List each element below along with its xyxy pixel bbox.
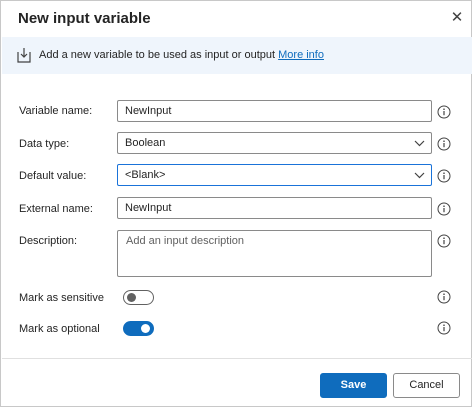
save-button[interactable]: Save bbox=[320, 373, 387, 398]
variable-name-input[interactable]: NewInput bbox=[117, 100, 432, 122]
dialog-title: New input variable bbox=[18, 10, 151, 27]
info-icon[interactable] bbox=[437, 169, 451, 183]
info-icon[interactable] bbox=[437, 234, 451, 248]
info-banner: Add a new variable to be used as input o… bbox=[2, 37, 472, 74]
description-textarea[interactable]: Add an input description bbox=[117, 230, 432, 277]
info-icon[interactable] bbox=[437, 290, 451, 304]
footer-divider bbox=[2, 358, 472, 359]
data-type-label: Data type: bbox=[19, 138, 70, 150]
mark-optional-label: Mark as optional bbox=[19, 323, 100, 335]
data-type-value: Boolean bbox=[125, 137, 166, 149]
new-input-variable-dialog: New input variable ✕ Add a new variable … bbox=[0, 0, 472, 407]
chevron-down-icon bbox=[414, 172, 425, 179]
cancel-button[interactable]: Cancel bbox=[393, 373, 460, 398]
default-value-label: Default value: bbox=[19, 170, 87, 182]
mark-sensitive-label: Mark as sensitive bbox=[19, 292, 104, 304]
info-icon[interactable] bbox=[437, 202, 451, 216]
info-icon[interactable] bbox=[437, 137, 451, 151]
default-value-value: <Blank> bbox=[125, 169, 166, 181]
external-name-input[interactable]: NewInput bbox=[117, 197, 432, 219]
mark-optional-toggle[interactable] bbox=[123, 321, 154, 336]
external-name-label: External name: bbox=[19, 203, 93, 215]
more-info-link[interactable]: More info bbox=[278, 49, 324, 61]
description-label: Description: bbox=[19, 235, 78, 247]
data-type-select[interactable]: Boolean bbox=[117, 132, 432, 154]
toggle-knob bbox=[141, 324, 150, 333]
toggle-knob bbox=[127, 293, 136, 302]
info-icon[interactable] bbox=[437, 105, 451, 119]
banner-text: Add a new variable to be used as input o… bbox=[39, 49, 324, 61]
banner-message: Add a new variable to be used as input o… bbox=[39, 49, 276, 61]
default-value-select[interactable]: <Blank> bbox=[117, 164, 432, 186]
close-icon[interactable]: ✕ bbox=[447, 8, 467, 28]
chevron-down-icon bbox=[414, 140, 425, 147]
variable-name-label: Variable name: bbox=[19, 105, 93, 117]
download-icon bbox=[17, 48, 31, 63]
mark-sensitive-toggle[interactable] bbox=[123, 290, 154, 305]
info-icon[interactable] bbox=[437, 321, 451, 335]
